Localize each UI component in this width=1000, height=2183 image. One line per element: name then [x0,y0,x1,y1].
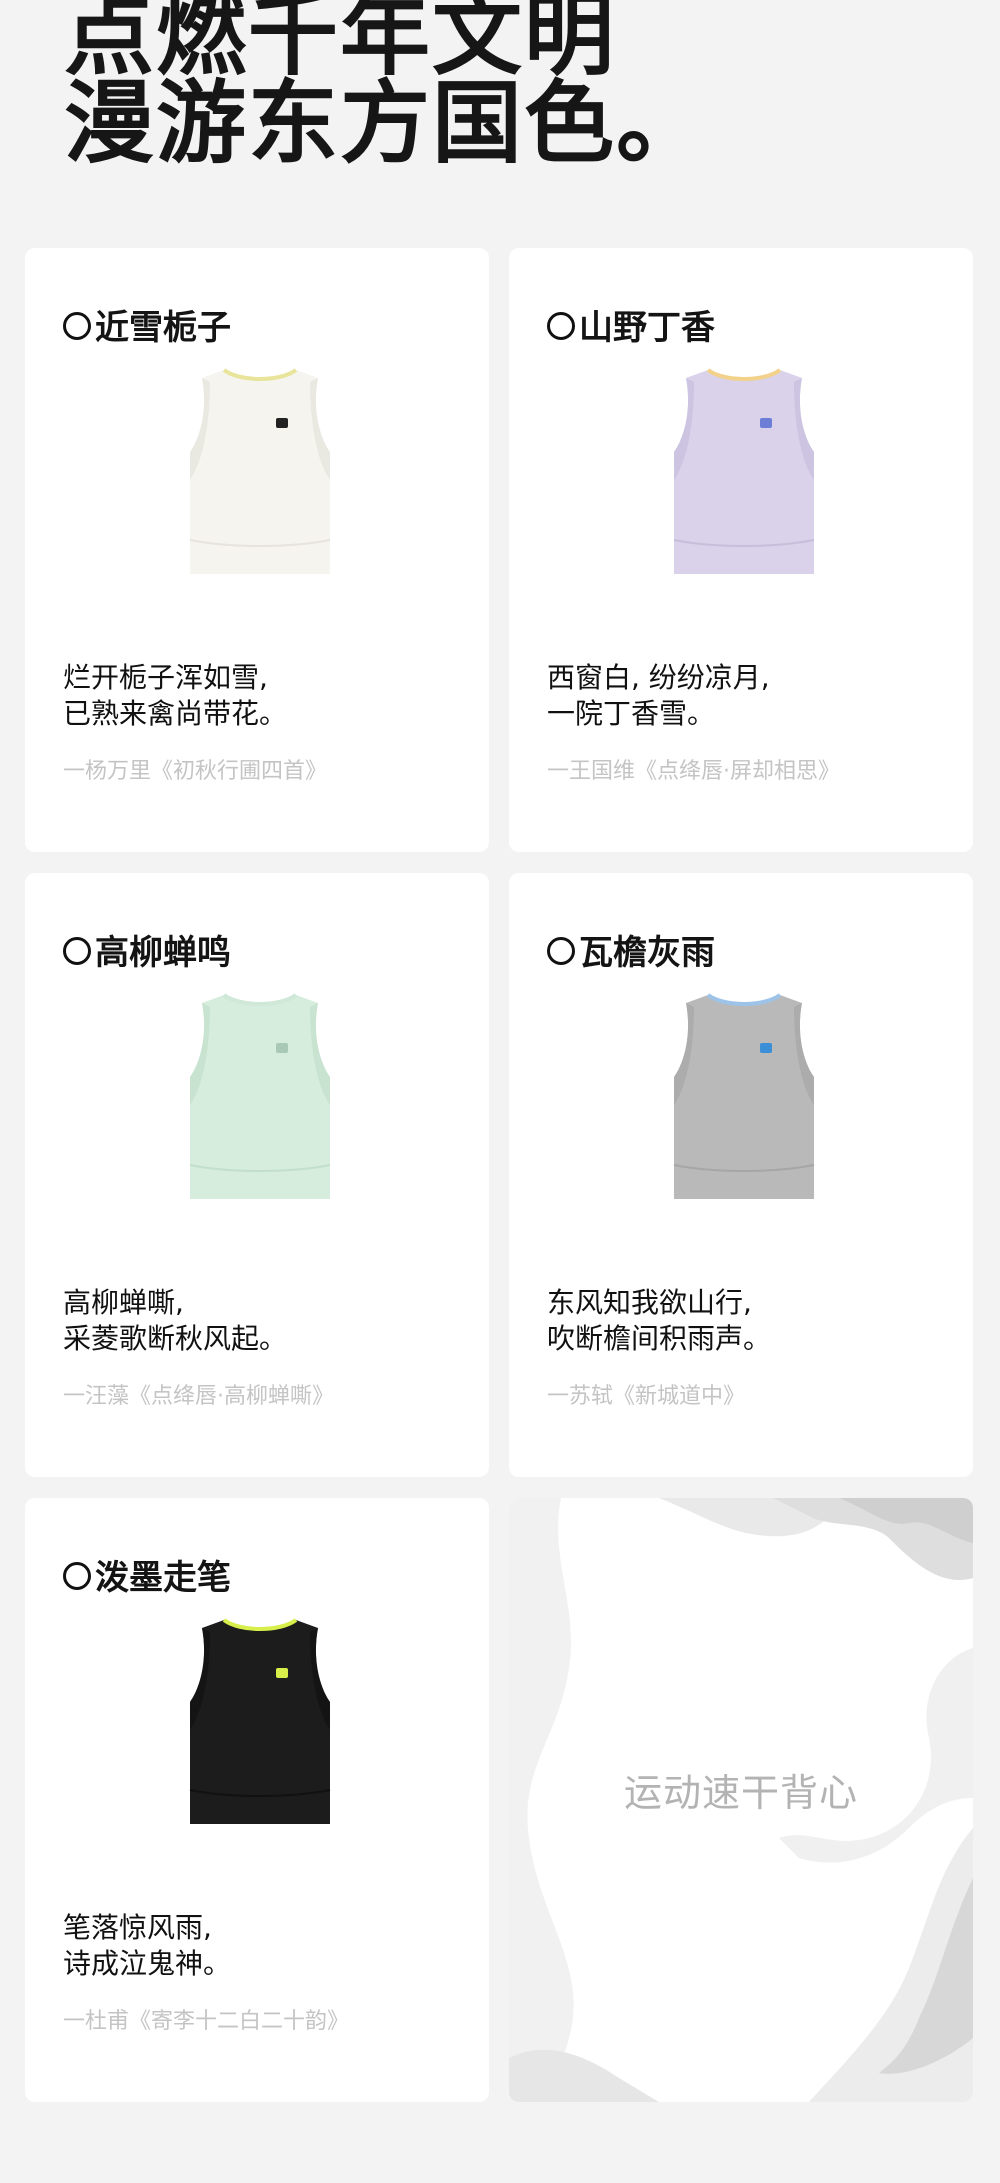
product-card-gardenia[interactable]: 近雪栀子 烂开栀子浑如雪, 已熟来禽尚带花。 一杨万里《初秋行圃四首》 [25,248,489,852]
poem: 烂开栀子浑如雪, 已熟来禽尚带花。 [63,660,287,732]
poem-line-1: 东风知我欲山行, [547,1286,752,1319]
tank-top-image[interactable] [180,985,340,1205]
poem-line-2: 吹断檐间积雨声。 [547,1322,772,1355]
card-title: 山野丁香 [547,308,715,348]
poem-source: 一苏轼《新城道中》 [547,1384,746,1409]
poem: 高柳蝉嘶, 采菱歌断秋风起。 [63,1285,287,1357]
poem-line-1: 烂开栀子浑如雪, [63,661,268,694]
tank-top-image[interactable] [180,360,340,580]
poem-source: 一杨万里《初秋行圃四首》 [63,759,328,784]
product-card-willow[interactable]: 高柳蝉鸣 高柳蝉嘶, 采菱歌断秋风起。 一汪藻《点绛唇·高柳蝉嘶》 [25,873,489,1477]
card-title: 泼墨走笔 [63,1558,231,1598]
product-card-lilac[interactable]: 山野丁香 西窗白, 纷纷凉月, 一院丁香雪。 一王国维《点绛唇·屏却相思》 [509,248,973,852]
circle-icon [547,312,575,340]
poem-source: 一汪藻《点绛唇·高柳蝉嘶》 [63,1384,334,1409]
brand-logo-icon [276,1043,288,1053]
promo-label: 运动速干背心 [623,1771,858,1815]
circle-icon [547,937,575,965]
tank-top-image[interactable] [180,1610,340,1830]
poem-line-2: 诗成泣鬼神。 [63,1947,232,1980]
tank-top-image[interactable] [664,360,824,580]
promo-tile[interactable]: 运动速干背心 [509,1498,973,2102]
poem-line-2: 已熟来禽尚带花。 [63,697,288,730]
poem: 笔落惊风雨, 诗成泣鬼神。 [63,1910,231,1982]
hero-line-2: 漫游东方国色。 [64,71,708,176]
circle-icon [63,937,91,965]
poem: 西窗白, 纷纷凉月, 一院丁香雪。 [547,660,770,732]
poem: 东风知我欲山行, 吹断檐间积雨声。 [547,1285,771,1357]
product-card-ink[interactable]: 泼墨走笔 笔落惊风雨, 诗成泣鬼神。 一杜甫《寄李十二白二十韵》 [25,1498,489,2102]
poem-line-1: 高柳蝉嘶, [63,1286,184,1319]
card-title: 瓦檐灰雨 [547,933,715,973]
circle-icon [63,1562,91,1590]
hero-headline: 点燃千年文明 漫游东方国色。 [64,0,944,176]
card-title: 近雪栀子 [63,308,231,348]
card-title: 高柳蝉鸣 [63,933,231,973]
brand-logo-icon [760,1043,772,1053]
poem-source: 一杜甫《寄李十二白二十韵》 [63,2009,350,2034]
product-card-gray-rain[interactable]: 瓦檐灰雨 东风知我欲山行, 吹断檐间积雨声。 一苏轼《新城道中》 [509,873,973,1477]
poem-line-2: 采菱歌断秋风起。 [63,1322,288,1355]
circle-icon [63,312,91,340]
brand-logo-icon [276,1668,288,1678]
poem-line-1: 笔落惊风雨, [63,1911,212,1944]
tank-top-image[interactable] [664,985,824,1205]
poem-line-2: 一院丁香雪。 [547,697,716,730]
brand-logo-icon [760,418,772,428]
hero-line-1: 点燃千年文明 [64,0,616,88]
brand-logo-icon [276,418,288,428]
poem-line-1: 西窗白, 纷纷凉月, [547,661,770,694]
poem-source: 一王国维《点绛唇·屏却相思》 [547,759,840,784]
